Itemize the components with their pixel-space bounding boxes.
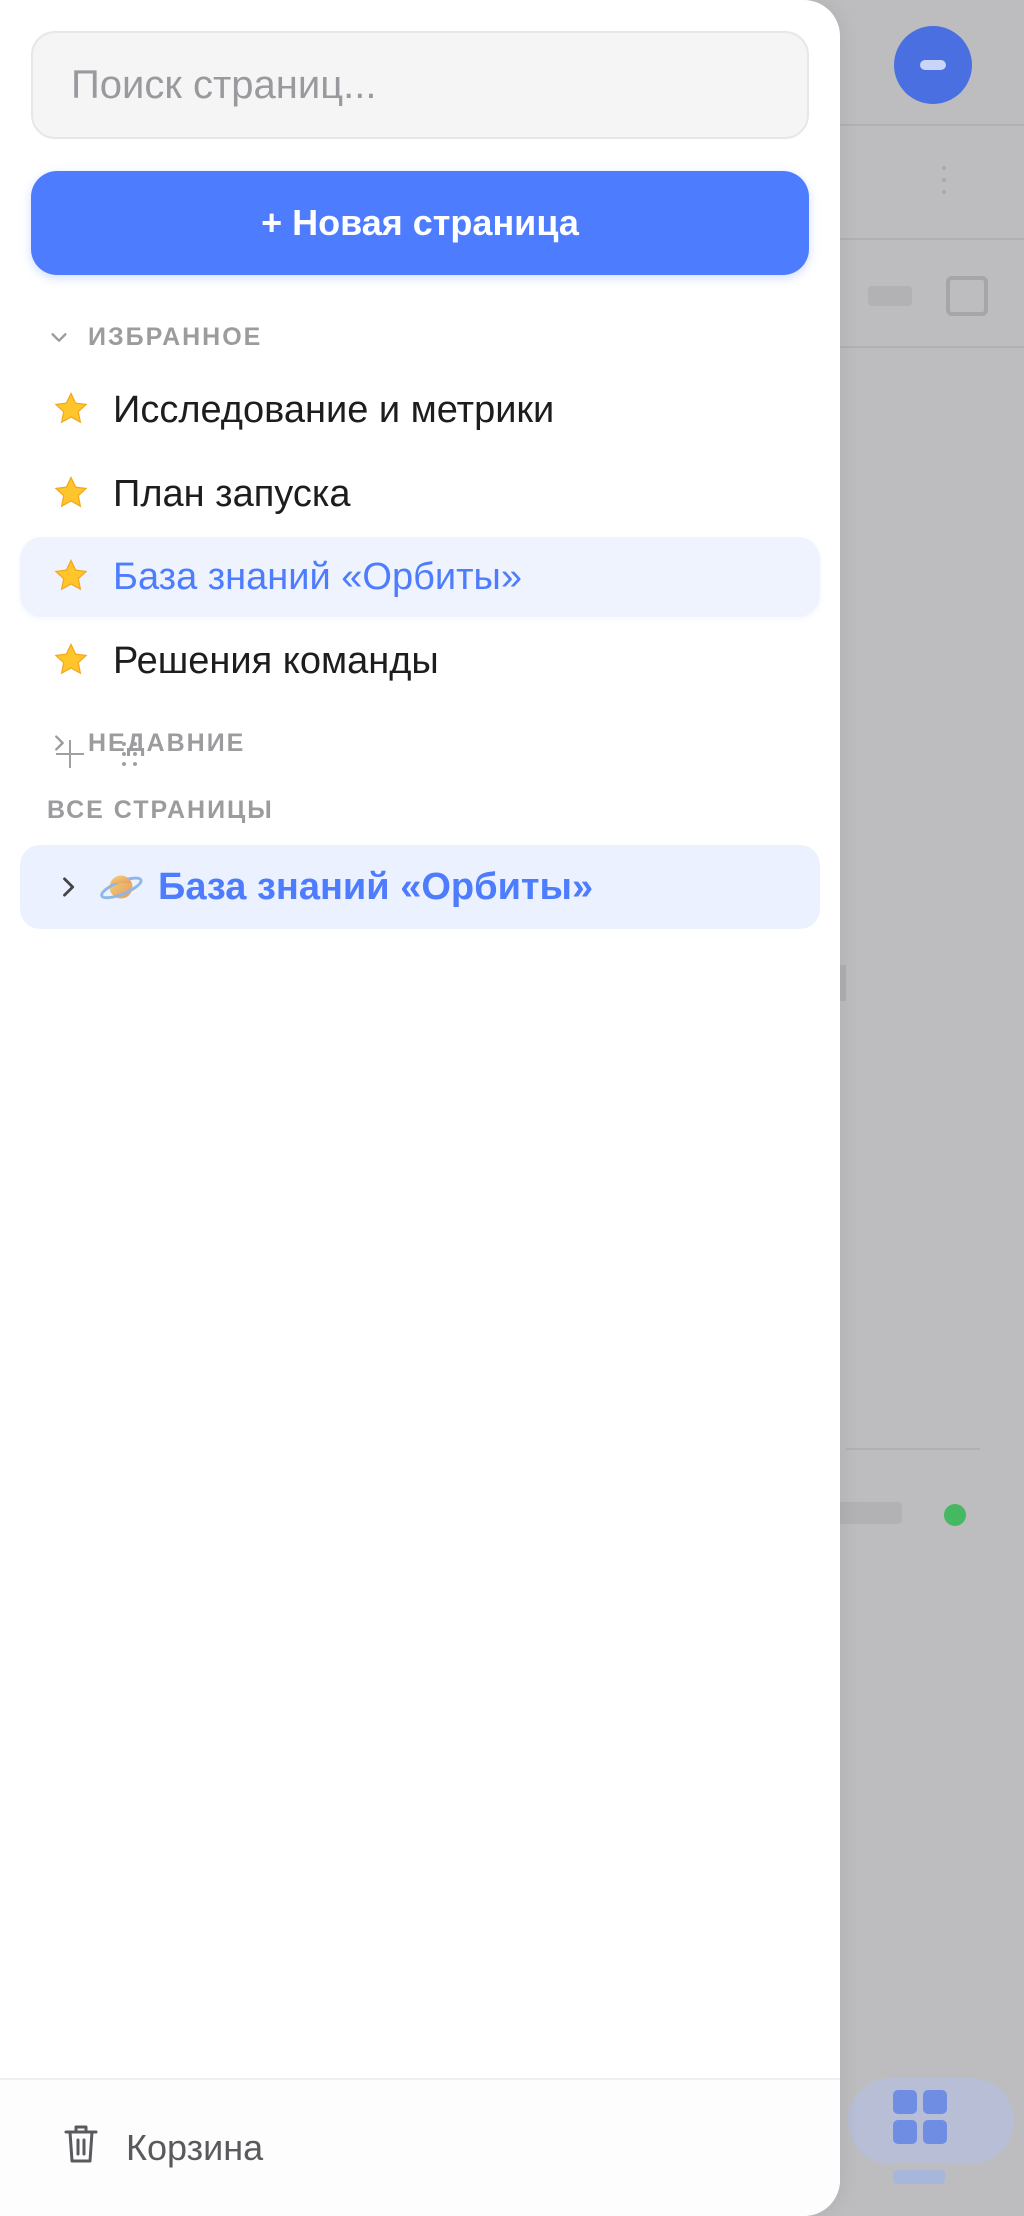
star-icon (52, 641, 92, 681)
favorite-item-label: База знаний «Орбиты» (113, 555, 522, 598)
more-icon (940, 166, 948, 206)
new-page-button[interactable]: + Новая страница (31, 171, 809, 275)
favorites-section-toggle[interactable]: ИЗБРАННОЕ (48, 320, 262, 354)
section-title: ВСЕ СТРАНИЦЫ (47, 796, 274, 824)
status-dot (944, 1504, 966, 1526)
section-title: ИЗБРАННОЕ (88, 322, 263, 351)
divider (840, 238, 1024, 240)
favorite-item[interactable]: План запуска (20, 454, 820, 534)
page-tree-item[interactable]: База знаний «Орбиты» (20, 845, 820, 929)
star-icon (52, 390, 92, 430)
chevron-down-icon (48, 320, 82, 354)
star-icon (52, 557, 92, 597)
background-text-fragment (836, 1502, 902, 1524)
favorite-item-label: План запуска (113, 472, 351, 515)
favorite-item-active[interactable]: База знаний «Орбиты» (20, 537, 820, 617)
favorite-item[interactable]: Решения команды (20, 621, 820, 701)
chevron-right-icon[interactable] (54, 873, 82, 901)
divider (840, 346, 1024, 348)
drag-handle-icon[interactable] (122, 740, 140, 768)
drawer-footer: Корзина (0, 2078, 840, 2216)
trash-button[interactable]: Корзина (62, 2116, 263, 2180)
plus-icon[interactable] (56, 740, 84, 768)
page-tree-item-label: База знаний «Орбиты» (158, 865, 594, 908)
edit-icon (946, 276, 988, 316)
search-input[interactable] (31, 31, 809, 139)
trash-label: Корзина (126, 2127, 264, 2168)
background-control (868, 286, 912, 306)
trash-icon (62, 2122, 100, 2175)
row-tools (56, 740, 140, 768)
grid-icon (893, 2090, 947, 2144)
star-icon (52, 474, 92, 514)
tab-label (893, 2170, 945, 2184)
sidebar-drawer: + Новая страница ИЗБРАННОЕ Исследование … (0, 0, 840, 2216)
favorite-item-label: Исследование и метрики (113, 388, 555, 431)
divider (840, 124, 1024, 126)
divider (846, 1448, 980, 1450)
favorite-item-label: Решения команды (113, 639, 439, 682)
planet-icon (98, 864, 144, 910)
favorite-item[interactable]: Исследование и метрики (20, 370, 820, 450)
avatar (894, 26, 972, 104)
